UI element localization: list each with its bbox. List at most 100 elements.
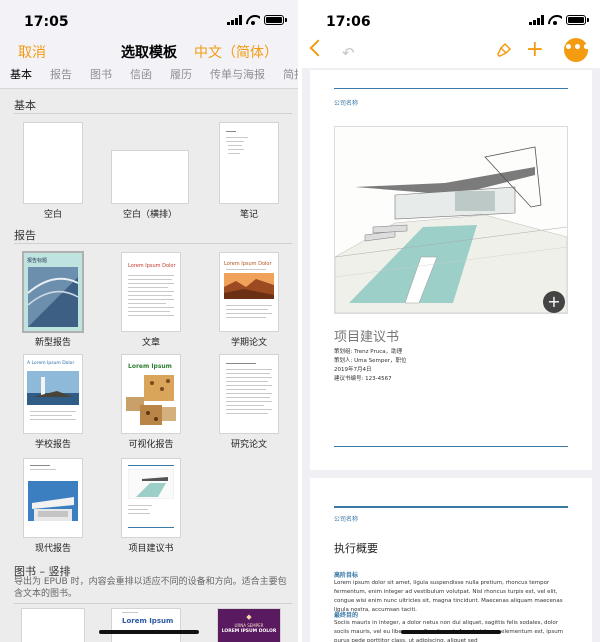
template-picker-screen: 17:05 取消 选取模板 中文（简体） 基本 报告 图书 信函 履历 传单与海… <box>0 0 298 642</box>
template-visual-report[interactable]: Lorem Ipsum 可视化报告 <box>122 355 180 450</box>
template-thumbnail: Lorem Ipsum <box>112 609 180 642</box>
tab-letter[interactable]: 信函 <box>130 66 152 86</box>
more-icon[interactable]: ••• <box>564 38 591 62</box>
template-blank[interactable]: 空白 <box>24 123 82 223</box>
status-time: 17:05 <box>24 14 69 30</box>
template-thumbnail <box>22 609 84 642</box>
template-project-proposal[interactable]: 项目建议书 <box>122 459 180 554</box>
lighthouse-image <box>27 371 79 405</box>
tab-presentation[interactable]: 简报 <box>283 66 298 86</box>
template-blank-landscape[interactable]: 空白（横排） <box>112 123 188 223</box>
paintbrush-icon[interactable] <box>496 42 512 58</box>
template-thumbnail: Lorem Ipsum Dolor <box>122 253 180 331</box>
company-name: 公司名称 <box>334 516 359 523</box>
header-rule <box>334 506 568 508</box>
proposal-date: 2019年7月4日 <box>334 367 372 373</box>
document-toolbar: ↶ + ••• <box>302 36 600 68</box>
template-label: 学校报告 <box>34 440 71 450</box>
tab-basic[interactable]: 基本 <box>10 66 32 86</box>
tab-flyers-posters[interactable]: 传单与海报 <box>210 66 265 86</box>
template-label: 空白 <box>43 210 62 220</box>
template-thumbnail <box>24 459 82 537</box>
home-indicator <box>401 630 501 634</box>
add-image-icon[interactable]: + <box>543 291 565 313</box>
template-term-paper[interactable]: Lorem Ipsum Dolor 学期论文 <box>220 253 278 348</box>
building-image <box>28 481 78 521</box>
giraffe-collage-image <box>126 375 176 425</box>
undo-icon[interactable]: ↶ <box>342 44 355 62</box>
thumb-subtitle: URNA SEMPER <box>234 623 264 628</box>
tab-book[interactable]: 图书 <box>90 66 112 86</box>
template-article[interactable]: Lorem Ipsum Dolor 文章 <box>122 253 180 348</box>
template-label: 可视化报告 <box>128 440 174 450</box>
footer-rule <box>334 446 568 447</box>
canyon-image <box>224 273 274 299</box>
tab-report[interactable]: 报告 <box>50 66 72 86</box>
header-rule <box>334 88 568 89</box>
ornament-icon: ◆ <box>246 613 252 621</box>
template-thumbnail <box>24 123 82 203</box>
status-bar: 17:05 <box>0 0 298 40</box>
paragraph-goal: Lorem ipsum dolor sit amet, ligula suspe… <box>334 580 563 613</box>
template-label: 新型报告 <box>34 338 71 348</box>
template-thumbnail <box>220 123 278 203</box>
template-thumbnail <box>112 151 188 203</box>
cellular-signal-icon <box>227 15 242 25</box>
template-book-2[interactable]: Lorem Ipsum <box>112 609 180 642</box>
template-label: 文章 <box>141 338 160 348</box>
template-thumbnail: A Lorem Ipsum Dolor <box>24 355 82 433</box>
wifi-icon <box>548 15 562 25</box>
template-modern-report[interactable]: 报告标题 新型报告 <box>24 253 82 348</box>
template-thumbnail <box>220 355 278 433</box>
template-thumbnail: Lorem Ipsum Dolor <box>220 253 278 331</box>
template-label: 项目建议书 <box>128 544 174 554</box>
tab-resume[interactable]: 履历 <box>170 66 192 86</box>
thumb-title: Lorem Ipsum <box>128 363 172 370</box>
status-time: 17:06 <box>326 14 371 30</box>
template-school-report[interactable]: A Lorem Ipsum Dolor 学校报告 <box>24 355 82 450</box>
template-thumbnail <box>122 459 180 537</box>
architecture-image <box>27 267 79 327</box>
template-book-3[interactable]: ◆ URNA SEMPER LOREM IPSUM DOLOR <box>218 609 280 642</box>
thumb-title: Lorem Ipsum Dolor <box>224 261 272 267</box>
template-label: 学期论文 <box>230 338 267 348</box>
architecture-sketch-image <box>128 469 174 499</box>
template-notes[interactable]: 笔记 <box>220 123 278 223</box>
template-gallery: 基本 空白 空白（横排） 笔记 报告 报告标题 新型报告 Lorem Ipsum… <box>0 88 298 642</box>
battery-icon <box>566 15 589 25</box>
template-label: 研究论文 <box>230 440 267 450</box>
section-heading-basic: 基本 <box>14 99 36 112</box>
subheading-goal: 高阶目标 <box>334 572 359 579</box>
plus-icon[interactable]: + <box>526 39 544 61</box>
proposal-meta-1: 策划组: Trenz Pruca，助理 <box>334 349 403 355</box>
company-name: 公司名称 <box>334 100 359 107</box>
cellular-signal-icon <box>529 15 544 25</box>
architecture-sketch-image[interactable]: + <box>334 126 568 314</box>
template-thumbnail: ◆ URNA SEMPER LOREM IPSUM DOLOR <box>218 609 280 642</box>
document-editor-screen: 17:06 ↶ + ••• 公司名称 + 项目建议书 策划组: Trenz Pr… <box>302 0 600 642</box>
section-divider <box>14 243 292 244</box>
section-heading-report: 报告 <box>14 229 36 242</box>
section-divider <box>14 603 292 604</box>
template-research-paper[interactable]: 研究论文 <box>220 355 278 450</box>
document-page-1[interactable]: 公司名称 + 项目建议书 策划组: Trenz Pruca，助理 策划人: Um… <box>310 70 592 470</box>
template-label: 现代报告 <box>34 544 71 554</box>
home-indicator <box>99 630 199 634</box>
proposal-number: 建议书编号: 123-4567 <box>334 376 392 382</box>
thumb-title: LOREM IPSUM DOLOR <box>221 629 277 634</box>
section-divider <box>14 113 292 114</box>
status-bar: 17:06 <box>302 0 600 40</box>
language-button[interactable]: 中文（简体） <box>194 42 278 62</box>
template-contemporary-report[interactable]: 现代报告 <box>24 459 82 554</box>
wifi-icon <box>246 15 260 25</box>
screenshot-root: 17:05 取消 选取模板 中文（简体） 基本 报告 图书 信函 履历 传单与海… <box>0 0 600 642</box>
proposal-meta-2: 策划人: Uma Semper，职位 <box>334 358 407 364</box>
sketch-illustration <box>334 127 568 314</box>
template-book-1[interactable] <box>22 609 84 642</box>
battery-icon <box>264 15 287 25</box>
document-page-2[interactable]: 公司名称 执行概要 高阶目标 Lorem ipsum dolor sit ame… <box>310 478 592 642</box>
nav-bar: 取消 选取模板 中文（简体） <box>0 40 298 64</box>
document-title: 项目建议书 <box>334 330 400 345</box>
back-chevron-icon[interactable] <box>309 39 327 57</box>
section-description: 导出为 EPUB 时，内容会重排以适应不同的设备和方向。适合主要包含文本的图书。 <box>14 577 287 599</box>
